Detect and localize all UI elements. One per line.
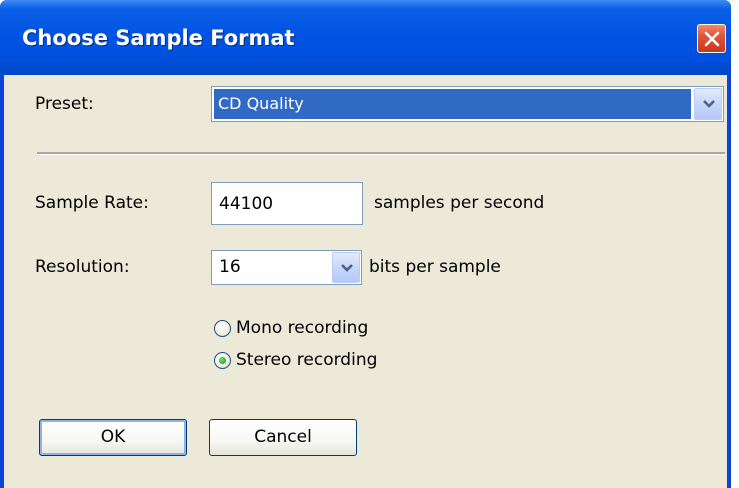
separator xyxy=(37,152,725,155)
dialog-body: Preset: CD Quality Sample Rate: samples … xyxy=(4,75,727,488)
resolution-dropdown-button[interactable] xyxy=(332,252,360,283)
dialog-window: Choose Sample Format Preset: CD Quality … xyxy=(0,0,731,488)
close-icon xyxy=(704,31,720,47)
mono-radio-label[interactable]: Mono recording xyxy=(236,318,368,338)
close-button[interactable] xyxy=(697,24,726,53)
preset-dropdown[interactable]: CD Quality xyxy=(211,86,724,122)
sample-rate-unit: samples per second xyxy=(374,193,545,213)
chevron-down-icon xyxy=(703,100,715,108)
stereo-radio-option[interactable]: Stereo recording xyxy=(214,350,377,370)
resolution-selected-value: 16 xyxy=(219,257,241,277)
preset-dropdown-button[interactable] xyxy=(694,88,722,120)
chevron-down-icon xyxy=(341,264,353,272)
mono-radio[interactable] xyxy=(214,319,231,337)
title-bar[interactable]: Choose Sample Format xyxy=(0,0,731,75)
stereo-radio-label[interactable]: Stereo recording xyxy=(236,350,377,370)
ok-button[interactable]: OK xyxy=(39,419,187,456)
resolution-label: Resolution: xyxy=(35,257,130,277)
resolution-unit: bits per sample xyxy=(369,257,501,277)
sample-rate-label: Sample Rate: xyxy=(35,193,149,213)
stereo-radio[interactable] xyxy=(214,351,231,369)
preset-selected-value: CD Quality xyxy=(214,89,691,119)
mono-radio-option[interactable]: Mono recording xyxy=(214,318,368,338)
resolution-dropdown[interactable]: 16 xyxy=(211,250,362,285)
preset-label: Preset: xyxy=(35,94,94,114)
sample-rate-input[interactable] xyxy=(211,182,363,225)
window-title: Choose Sample Format xyxy=(22,26,295,50)
cancel-button[interactable]: Cancel xyxy=(209,419,357,456)
